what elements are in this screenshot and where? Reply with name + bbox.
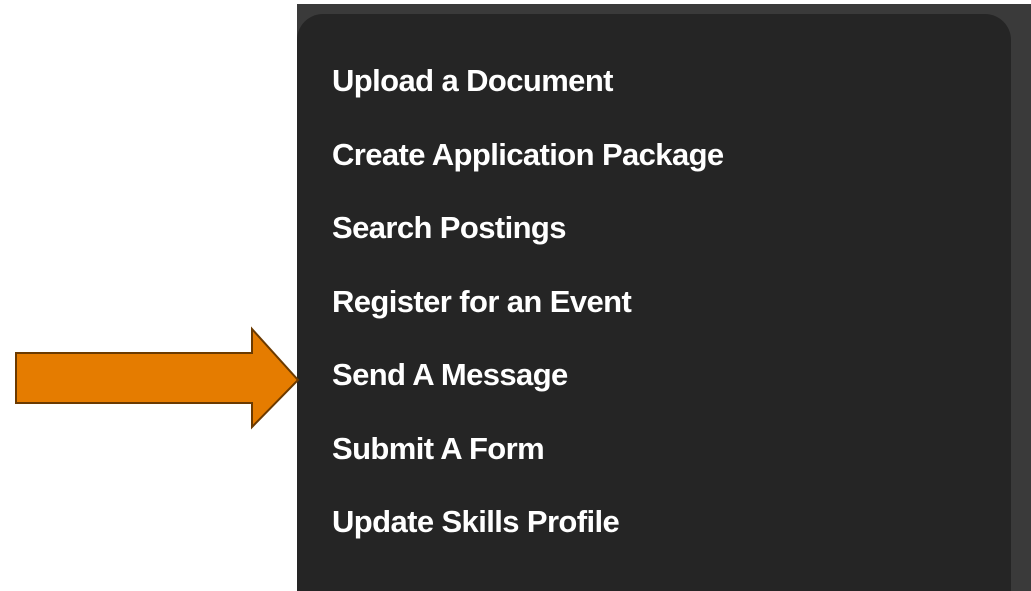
menu-item-search-postings[interactable]: Search Postings xyxy=(297,209,1011,283)
menu-item-submit-form[interactable]: Submit A Form xyxy=(297,430,1011,504)
arrow-right-shape xyxy=(15,326,300,430)
dropdown-menu: Upload a Document Create Application Pac… xyxy=(297,14,1011,591)
menu-item-create-application-package[interactable]: Create Application Package xyxy=(297,136,1011,210)
screenshot-stage: Upload a Document Create Application Pac… xyxy=(0,0,1031,591)
menu-item-upload-document[interactable]: Upload a Document xyxy=(297,62,1011,136)
menu-item-send-message[interactable]: Send A Message xyxy=(297,356,1011,430)
menu-item-update-skills-profile[interactable]: Update Skills Profile xyxy=(297,503,1011,577)
arrow-right-icon xyxy=(15,326,300,430)
menu-item-register-event[interactable]: Register for an Event xyxy=(297,283,1011,357)
menu-list: Upload a Document Create Application Pac… xyxy=(297,62,1011,577)
